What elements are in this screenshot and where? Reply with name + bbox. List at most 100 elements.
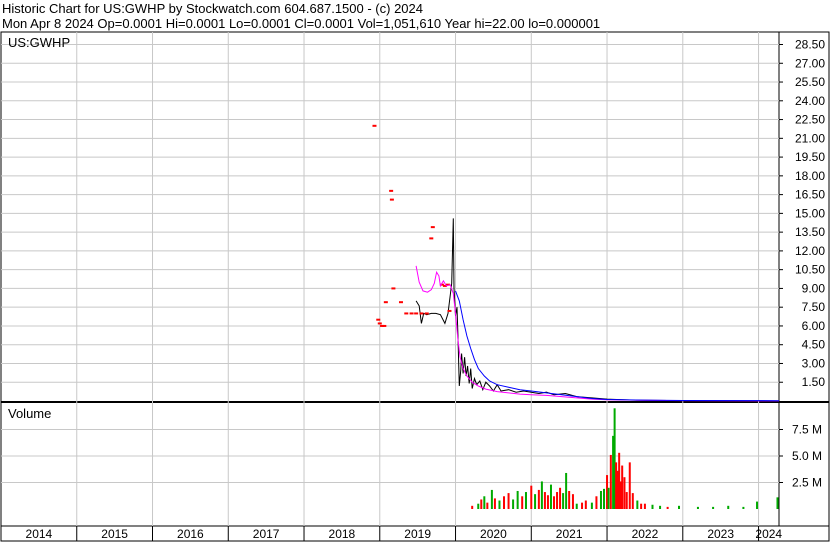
price-tick-label: 6.00	[802, 319, 826, 333]
volume-bar	[625, 492, 628, 509]
volume-bar	[581, 502, 584, 509]
volume-bar	[712, 506, 715, 509]
volume-bar	[521, 496, 524, 509]
volume-bar	[562, 493, 565, 509]
volume-bar	[628, 462, 631, 509]
volume-bar	[524, 492, 527, 509]
volume-bar	[678, 505, 681, 509]
volume-bar	[607, 487, 610, 509]
volume-bar	[565, 472, 568, 509]
price-tick-label: 3.00	[802, 356, 826, 370]
price-tick-label: 15.00	[795, 206, 825, 220]
volume-bar	[603, 488, 606, 509]
volume-bar	[512, 499, 515, 509]
volume-bar	[486, 502, 489, 509]
volume-bar	[553, 496, 556, 509]
volume-axis: 7.5 M 5.0 M 2.5 M	[779, 423, 822, 490]
year-axis: 2014 2015 2016 2017 2018 2019 2020 2021 2022 2023…	[26, 526, 782, 541]
price-tick-label: 16.50	[795, 188, 825, 202]
volume-tick-label: 2.5 M	[792, 476, 822, 490]
price-tick-label: 19.50	[795, 150, 825, 164]
year-label: 2022	[632, 527, 659, 541]
volume-bar	[599, 490, 602, 509]
volume-bar	[516, 490, 519, 509]
price-red-tick	[447, 309, 452, 312]
ma_pink-line	[415, 265, 780, 402]
volume-bar	[471, 505, 474, 509]
volume-bar	[490, 489, 493, 509]
price-red-tick	[391, 287, 396, 290]
volume-bar	[493, 498, 496, 509]
price-red-tick	[419, 312, 424, 315]
price-grid	[1, 32, 779, 526]
year-label: 2015	[101, 527, 128, 541]
volume-bar	[643, 503, 646, 509]
volume-bar	[571, 494, 574, 509]
price-red-tick	[377, 322, 382, 325]
volume-bar	[659, 505, 662, 509]
volume-bar	[696, 506, 699, 509]
price-tick-label: 9.00	[802, 281, 826, 295]
price-tick-label: 13.50	[795, 225, 825, 239]
price-tick-label: 1.50	[802, 375, 826, 389]
volume-bar	[623, 477, 626, 509]
volume-bar	[507, 493, 510, 509]
year-label: 2019	[404, 527, 431, 541]
volume-bar	[631, 493, 634, 509]
price-tick-label: 28.50	[795, 38, 825, 52]
volume-bar	[477, 503, 480, 509]
year-label: 2017	[253, 527, 280, 541]
price-red-tick	[424, 312, 429, 315]
price-red-tick	[376, 318, 381, 321]
price-tick-label: 12.00	[795, 244, 825, 258]
volume-bar	[666, 506, 669, 509]
volume-bar	[556, 492, 559, 509]
price-series	[372, 124, 780, 402]
chart-frame	[0, 31, 830, 542]
year-label: 2018	[329, 527, 356, 541]
volume-bar	[530, 485, 533, 509]
price-tick-label: 25.50	[795, 75, 825, 89]
price-tick-label: 4.50	[802, 338, 826, 352]
volume-bar	[480, 499, 483, 509]
price-red-tick	[372, 124, 377, 127]
volume-bar	[584, 500, 587, 509]
volume-bar	[621, 465, 624, 509]
price-red-tick	[382, 324, 387, 327]
volume-bar	[483, 496, 486, 509]
volume-bar	[540, 481, 543, 509]
price-tick-label: 10.50	[795, 263, 825, 277]
volume-tick-label: 7.5 M	[792, 423, 822, 437]
stock-chart: 28.50 27.00 25.50 24.00 22.50 21.00 19.50 18.00…	[0, 31, 830, 542]
volume-bar	[756, 501, 759, 509]
price-red-tick	[389, 198, 394, 201]
symbol-label: US:GWHP	[8, 35, 70, 50]
volume-bar	[575, 503, 578, 509]
year-label: 2024	[755, 527, 782, 541]
volume-bar	[568, 490, 571, 509]
price-red-tick	[404, 312, 409, 315]
price-red-tick	[429, 237, 434, 240]
volume-bar	[727, 505, 730, 509]
price-red-tick	[383, 301, 388, 304]
volume-bar	[609, 454, 612, 509]
volume-bar	[503, 496, 506, 509]
price-tick-label: 22.50	[795, 113, 825, 127]
volume-bar	[543, 492, 546, 509]
price-red-tick	[409, 312, 414, 315]
volume-grid	[1, 429, 779, 483]
volume-bar	[636, 500, 639, 509]
volume-bar	[590, 502, 593, 509]
year-label: 2020	[480, 527, 507, 541]
price-axis: 28.50 27.00 25.50 24.00 22.50 21.00 19.50 18.00…	[779, 38, 826, 389]
year-label: 2016	[177, 527, 204, 541]
volume-bar	[534, 494, 537, 509]
year-label: 2014	[26, 527, 53, 541]
price-red-tick	[430, 226, 435, 229]
price-red-tick	[389, 189, 394, 192]
volume-bar	[537, 489, 540, 509]
volume-bar	[498, 500, 501, 509]
volume-bar	[651, 504, 654, 509]
volume-bars	[471, 408, 779, 509]
volume-bar	[742, 506, 745, 509]
